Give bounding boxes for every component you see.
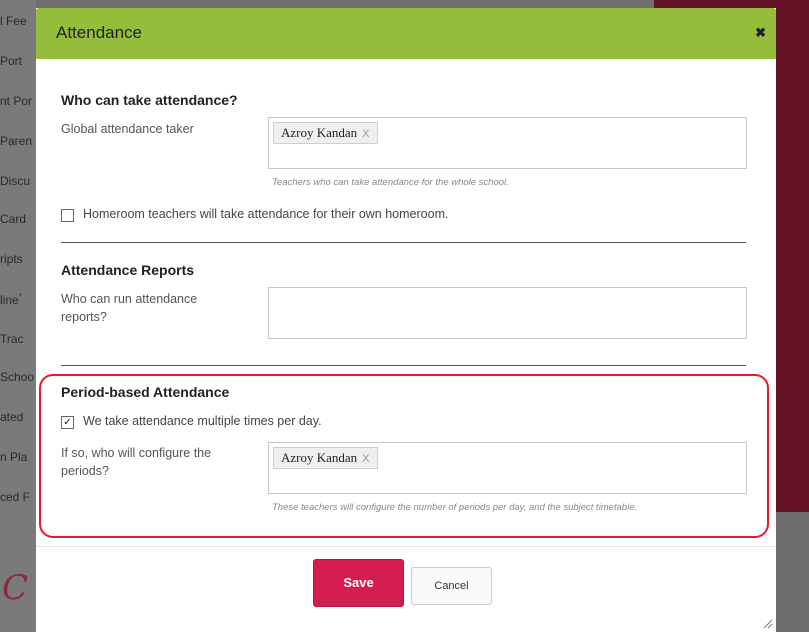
background-nav-item: nt Por (0, 94, 33, 108)
global-taker-input[interactable]: Azroy Kandan X (268, 117, 747, 169)
background-nav-item: ated (0, 410, 24, 424)
user-tag: Azroy Kandan X (273, 122, 378, 144)
homeroom-checkbox[interactable] (61, 209, 74, 222)
homeroom-checkbox-label: Homeroom teachers will take attendance f… (83, 207, 449, 221)
attendance-modal: Attendance ✖ Who can take attendance? Gl… (36, 8, 776, 632)
remove-tag-icon[interactable]: X (362, 453, 369, 465)
remove-tag-icon[interactable]: X (362, 128, 369, 140)
attendance-reports-title: Attendance Reports (61, 262, 195, 278)
background-nav-item: l Fee (0, 14, 27, 28)
footer-divider (36, 546, 776, 547)
background-nav-item: Schoo (0, 370, 35, 384)
background-nav-item: Discu (0, 174, 31, 188)
background-nav-item: Port (0, 54, 23, 68)
background-nav-item: Card (0, 212, 27, 226)
multiple-times-checkbox[interactable]: ✓ (61, 416, 74, 429)
background-nav-item: ced F (0, 490, 31, 504)
section-divider (61, 365, 746, 366)
configure-periods-input[interactable]: Azroy Kandan X (268, 442, 747, 494)
global-taker-help: Teachers who can take attendance for the… (272, 177, 509, 188)
run-reports-input[interactable] (268, 287, 747, 339)
save-button[interactable]: Save (313, 559, 404, 607)
who-can-take-title: Who can take attendance? (61, 92, 238, 108)
background-nav-item: Paren (0, 134, 33, 148)
background-nav-item: Trac (0, 332, 24, 346)
background-nav-item: line* (0, 292, 22, 307)
background-nav-item: ripts (0, 252, 23, 266)
required-icon: * (18, 292, 22, 301)
global-taker-label: Global attendance taker (61, 122, 194, 136)
cancel-button[interactable]: Cancel (411, 567, 492, 605)
modal-title: Attendance (56, 23, 143, 42)
background-nav-item: n Pla (0, 450, 28, 464)
run-reports-label: Who can run attendance reports? (61, 292, 198, 324)
configure-periods-help: These teachers will configure the number… (272, 502, 638, 513)
section-divider (61, 242, 746, 243)
user-tag: Azroy Kandan X (273, 447, 378, 469)
period-based-title: Period-based Attendance (61, 384, 230, 400)
multiple-times-checkbox-label: We take attendance multiple times per da… (83, 414, 322, 428)
modal-header: Attendance ✖ (36, 8, 776, 59)
close-icon[interactable]: ✖ (755, 25, 766, 41)
configure-periods-label: If so, who will configure the periods? (61, 446, 212, 478)
resize-handle-icon[interactable] (763, 619, 773, 629)
